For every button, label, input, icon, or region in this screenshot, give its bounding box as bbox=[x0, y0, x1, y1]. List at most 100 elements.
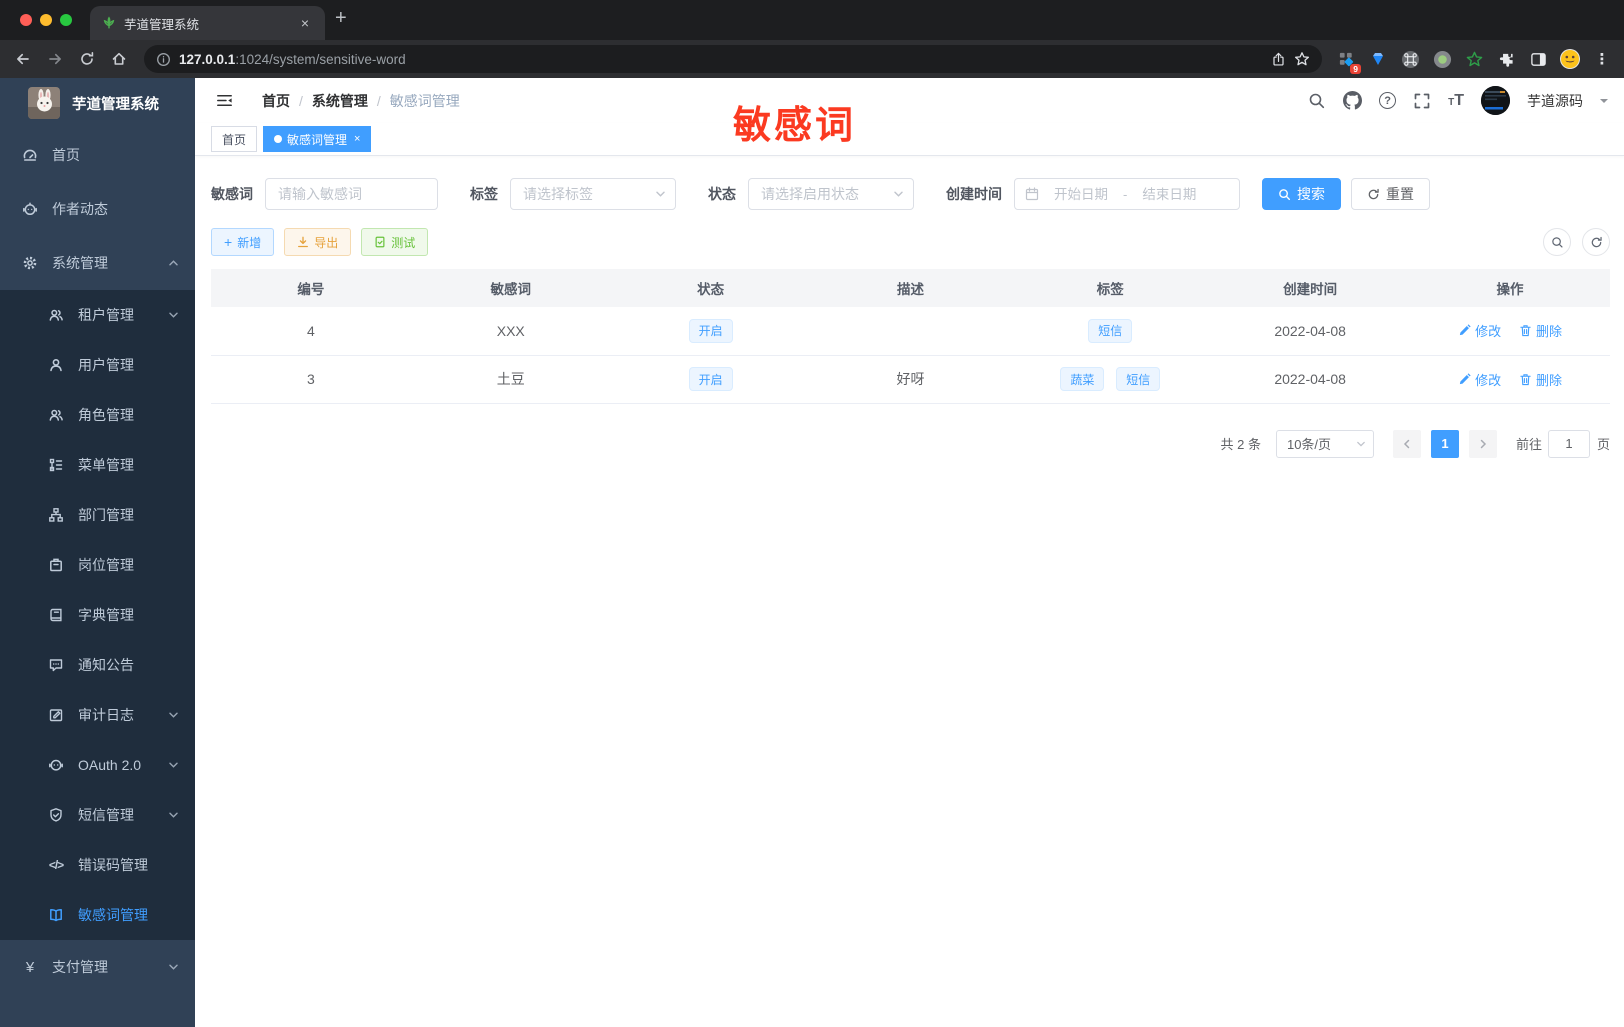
help-icon[interactable]: ? bbox=[1379, 92, 1397, 109]
table-header-row: 编号 敏感词 状态 描述 标签 创建时间 操作 bbox=[211, 269, 1610, 307]
share-icon[interactable] bbox=[1271, 52, 1286, 67]
username-label[interactable]: 芋道源码 bbox=[1527, 91, 1583, 111]
tag-view-home[interactable]: 首页 bbox=[211, 126, 258, 152]
sidebar-item-label: 作者动态 bbox=[52, 201, 108, 217]
document-check-icon bbox=[375, 236, 385, 248]
keyword-input[interactable] bbox=[265, 178, 438, 210]
browser-tab[interactable]: 芋道管理系统 × bbox=[90, 6, 325, 40]
sidebar-item-author-news[interactable]: 作者动态 bbox=[0, 182, 195, 236]
date-start-input[interactable] bbox=[1043, 186, 1119, 202]
back-button[interactable] bbox=[8, 44, 38, 74]
goto-page-input[interactable] bbox=[1547, 429, 1590, 458]
next-page-button[interactable] bbox=[1468, 429, 1497, 458]
page-number-1[interactable]: 1 bbox=[1430, 429, 1459, 458]
refresh-table-button[interactable] bbox=[1582, 228, 1610, 256]
column-header-tags: 标签 bbox=[1010, 269, 1211, 307]
grid-diamond-extension-icon[interactable]: 9 bbox=[1332, 45, 1361, 74]
github-icon[interactable] bbox=[1343, 91, 1363, 110]
status-badge: 开启 bbox=[688, 318, 733, 343]
sidebar-item-role[interactable]: 角色管理 bbox=[0, 390, 195, 440]
sidebar-item-home[interactable]: 首页 bbox=[0, 128, 195, 182]
show-search-toggle-button[interactable] bbox=[1543, 228, 1571, 256]
forward-button[interactable] bbox=[40, 44, 70, 74]
page-size-select[interactable]: 10条/页 bbox=[1275, 429, 1374, 458]
sidebar-item-menu[interactable]: 菜单管理 bbox=[0, 440, 195, 490]
sidebar-item-label: 部门管理 bbox=[78, 507, 134, 523]
gem-extension-icon[interactable] bbox=[1364, 45, 1392, 73]
tag-view-current[interactable]: 敏感词管理 × bbox=[263, 126, 372, 152]
edit-link[interactable]: 修改 bbox=[1458, 370, 1501, 389]
extensions-puzzle-icon[interactable] bbox=[1492, 45, 1520, 73]
chevron-down-icon bbox=[1356, 439, 1366, 449]
home-button[interactable] bbox=[104, 44, 134, 74]
sensitive-word-table: 编号 敏感词 状态 描述 标签 创建时间 操作 4 XXX 开启 短信 2022… bbox=[211, 269, 1610, 404]
date-end-input[interactable] bbox=[1131, 186, 1208, 202]
sidebar-item-system[interactable]: 系统管理 bbox=[0, 236, 195, 290]
browser-window: 芋道管理系统 × + 127.0.0.1:1024/system/sensiti… bbox=[0, 0, 1624, 1027]
command-extension-icon[interactable] bbox=[1396, 45, 1424, 73]
site-info-icon[interactable] bbox=[156, 52, 171, 67]
delete-link[interactable]: 删除 bbox=[1519, 321, 1562, 340]
green-star-extension-icon[interactable] bbox=[1460, 45, 1488, 73]
sidebar-item-post[interactable]: 岗位管理 bbox=[0, 540, 195, 590]
sidebar-item-user[interactable]: 用户管理 bbox=[0, 340, 195, 390]
browser-menu-icon[interactable]: ⋮ bbox=[1588, 45, 1616, 73]
test-button-label: 测试 bbox=[391, 235, 416, 250]
status-select[interactable]: 请选择启用状态 bbox=[748, 178, 914, 210]
bookmark-star-icon[interactable] bbox=[1294, 51, 1310, 67]
profile-avatar-icon[interactable] bbox=[1556, 45, 1584, 73]
export-button[interactable]: 导出 bbox=[284, 228, 352, 256]
proxy-extension-icon[interactable] bbox=[1428, 45, 1456, 73]
search-icon bbox=[1279, 188, 1291, 200]
user-avatar[interactable] bbox=[1481, 86, 1510, 115]
tag-close-icon[interactable]: × bbox=[354, 133, 360, 145]
window-zoom-button[interactable] bbox=[60, 14, 72, 26]
sidebar-item-label: 首页 bbox=[52, 147, 80, 163]
sidebar-item-payment[interactable]: ¥ 支付管理 bbox=[0, 940, 195, 994]
app-title: 芋道管理系统 bbox=[72, 96, 159, 113]
status-select-placeholder: 请选择启用状态 bbox=[761, 186, 859, 202]
address-bar[interactable]: 127.0.0.1:1024/system/sensitive-word bbox=[144, 45, 1322, 73]
test-button[interactable]: 测试 bbox=[361, 228, 429, 256]
sidebar-item-label: 审计日志 bbox=[78, 707, 134, 723]
edit-link[interactable]: 修改 bbox=[1458, 321, 1501, 340]
search-button[interactable]: 搜索 bbox=[1262, 178, 1341, 210]
side-panel-icon[interactable] bbox=[1524, 45, 1552, 73]
new-tab-button[interactable]: + bbox=[325, 8, 361, 40]
fullscreen-icon[interactable] bbox=[1413, 92, 1431, 110]
sidebar-item-notice[interactable]: 通知公告 bbox=[0, 640, 195, 690]
table-row: 3 土豆 开启 好呀 蔬菜 短信 2022-04-08 修改 删除 bbox=[211, 355, 1610, 404]
reset-button[interactable]: 重置 bbox=[1351, 178, 1430, 210]
sidebar-item-audit-log[interactable]: 审计日志 bbox=[0, 690, 195, 740]
add-button[interactable]: + 新增 bbox=[211, 228, 275, 256]
sidebar-item-sms[interactable]: 短信管理 bbox=[0, 790, 195, 840]
sidebar-item-sensitive-word[interactable]: 敏感词管理 bbox=[0, 890, 195, 940]
breadcrumb-section[interactable]: 系统管理 bbox=[312, 91, 368, 111]
delete-link[interactable]: 删除 bbox=[1519, 370, 1562, 389]
header-search-icon[interactable] bbox=[1308, 92, 1326, 110]
window-close-button[interactable] bbox=[20, 14, 32, 26]
window-minimize-button[interactable] bbox=[40, 14, 52, 26]
tag-select[interactable]: 请选择标签 bbox=[510, 178, 676, 210]
sidebar-item-department[interactable]: 部门管理 bbox=[0, 490, 195, 540]
sidebar-item-tenant[interactable]: 租户管理 bbox=[0, 290, 195, 340]
chevron-down-icon bbox=[168, 710, 179, 721]
app-logo-row[interactable]: 芋道管理系统 bbox=[0, 78, 195, 128]
cell-word: XXX bbox=[410, 307, 611, 356]
tab-close-icon[interactable]: × bbox=[297, 15, 313, 31]
prev-page-button[interactable] bbox=[1392, 429, 1421, 458]
sidebar-item-label: 字典管理 bbox=[78, 607, 134, 623]
code-icon: </> bbox=[48, 858, 64, 872]
breadcrumb-home[interactable]: 首页 bbox=[262, 91, 290, 111]
reload-button[interactable] bbox=[72, 44, 102, 74]
sidebar-item-dictionary[interactable]: 字典管理 bbox=[0, 590, 195, 640]
sidebar-item-oauth[interactable]: OAuth 2.0 bbox=[0, 740, 195, 790]
font-size-icon[interactable]: TT bbox=[1448, 92, 1464, 110]
user-menu-caret-icon[interactable] bbox=[1600, 98, 1608, 107]
sidebar-item-error-code[interactable]: </> 错误码管理 bbox=[0, 840, 195, 890]
dashboard-gauge-icon bbox=[22, 147, 38, 163]
sidebar-collapse-icon[interactable] bbox=[211, 87, 238, 114]
date-range-picker[interactable]: - bbox=[1014, 178, 1240, 210]
add-button-label: 新增 bbox=[237, 235, 262, 250]
chevron-down-icon bbox=[168, 310, 179, 321]
